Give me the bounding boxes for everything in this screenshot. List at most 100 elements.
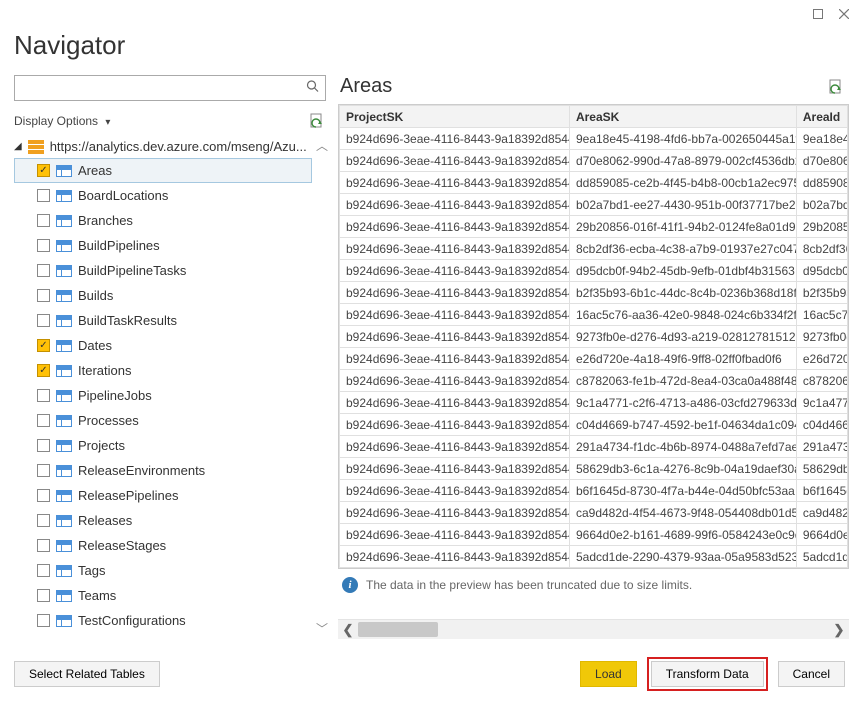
checkbox[interactable] [37,214,50,227]
table-row[interactable]: b924d696-3eae-4116-8443-9a18392d8544291a… [340,436,848,458]
table-row[interactable]: b924d696-3eae-4116-8443-9a18392d85449c1a… [340,392,848,414]
checkbox[interactable]: ✓ [37,339,50,352]
table-row[interactable]: b924d696-3eae-4116-8443-9a18392d85449ea1… [340,128,848,150]
tree-item-label: Branches [78,213,133,228]
tree-item-processes[interactable]: Processes [14,408,312,433]
table-row[interactable]: b924d696-3eae-4116-8443-9a18392d8544c878… [340,370,848,392]
tree-item-releasestages[interactable]: ReleaseStages [14,533,312,558]
scroll-track[interactable] [358,620,829,639]
tree-item-projects[interactable]: Projects [14,433,312,458]
checkbox[interactable] [37,564,50,577]
checkbox[interactable] [37,589,50,602]
table-row[interactable]: b924d696-3eae-4116-8443-9a18392d8544c04d… [340,414,848,436]
nav-tree-container: ◢ https://analytics.dev.azure.com/mseng/… [10,135,330,639]
table-cell: d95dcb0f [796,260,847,282]
tree-item-label: Iterations [78,363,131,378]
checkbox[interactable] [37,489,50,502]
column-header[interactable]: AreaId [796,106,847,128]
checkbox[interactable]: ✓ [37,364,50,377]
transform-data-button[interactable]: Transform Data [651,661,764,687]
table-row[interactable]: b924d696-3eae-4116-8443-9a18392d854416ac… [340,304,848,326]
tree-item-tags[interactable]: Tags [14,558,312,583]
table-cell: 16ac5c76-aa36-42e0-9848-024c6b334f2f [569,304,796,326]
display-options-button[interactable]: Display Options ▾ [14,114,110,128]
tree-item-iterations[interactable]: ✓ Iterations [14,358,312,383]
tree-item-testconfigurations[interactable]: TestConfigurations [14,608,312,633]
checkbox[interactable] [37,414,50,427]
select-related-tables-button[interactable]: Select Related Tables [14,661,160,687]
table-icon [56,590,72,602]
table-row[interactable]: b924d696-3eae-4116-8443-9a18392d8544ca9d… [340,502,848,524]
tree-item-releasepipelines[interactable]: ReleasePipelines [14,483,312,508]
tree-item-builds[interactable]: Builds [14,283,312,308]
truncation-notice: i The data in the preview has been trunc… [338,569,849,601]
table-row[interactable]: b924d696-3eae-4116-8443-9a18392d85449273… [340,326,848,348]
table-row[interactable]: b924d696-3eae-4116-8443-9a18392d85445adc… [340,546,848,568]
collapse-icon[interactable]: ◢ [14,141,22,152]
table-row[interactable]: b924d696-3eae-4116-8443-9a18392d85448cb2… [340,238,848,260]
checkbox[interactable] [37,514,50,527]
checkbox[interactable] [37,314,50,327]
scroll-thumb[interactable] [358,622,438,637]
table-row[interactable]: b924d696-3eae-4116-8443-9a18392d85445862… [340,458,848,480]
table-cell: 58629db3-6c1a-4276-8c9b-04a19daef30a [569,458,796,480]
tree-item-teams[interactable]: Teams [14,583,312,608]
table-row[interactable]: b924d696-3eae-4116-8443-9a18392d8544dd85… [340,172,848,194]
checkbox[interactable] [37,389,50,402]
column-header[interactable]: AreaSK [569,106,796,128]
scroll-up-icon[interactable]: ︿ [316,135,328,156]
checkbox[interactable] [37,614,50,627]
search-input[interactable] [14,75,326,101]
tree-scrollbar[interactable]: ︿ ﹀ [314,135,330,639]
tree-item-dates[interactable]: ✓Dates [14,333,312,358]
checkbox[interactable]: ✓ [37,164,50,177]
table-row[interactable]: b924d696-3eae-4116-8443-9a18392d8544d70e… [340,150,848,172]
refresh-icon[interactable] [310,113,324,129]
maximize-icon[interactable] [811,7,825,21]
load-button[interactable]: Load [580,661,637,687]
table-cell: 16ac5c76 [796,304,847,326]
tree-item-buildpipelinetasks[interactable]: BuildPipelineTasks [14,258,312,283]
table-row[interactable]: b924d696-3eae-4116-8443-9a18392d8544b2f3… [340,282,848,304]
horizontal-scrollbar[interactable]: ❮ ❯ [338,619,849,639]
checkbox[interactable] [37,264,50,277]
tree-item-label: BuildPipelines [78,238,160,253]
table-row[interactable]: b924d696-3eae-4116-8443-9a18392d8544b02a… [340,194,848,216]
tree-item-label: BuildTaskResults [78,313,177,328]
table-row[interactable]: b924d696-3eae-4116-8443-9a18392d85449664… [340,524,848,546]
checkbox[interactable] [37,464,50,477]
column-header[interactable]: ProjectSK [340,106,570,128]
tree-item-boardlocations[interactable]: BoardLocations [14,183,312,208]
table-cell: b924d696-3eae-4116-8443-9a18392d8544 [340,458,570,480]
table-row[interactable]: b924d696-3eae-4116-8443-9a18392d8544d95d… [340,260,848,282]
tree-item-areas[interactable]: ✓Areas [14,158,312,183]
tree-item-label: TestConfigurations [78,613,186,628]
search-icon[interactable] [306,80,320,97]
tree-item-releases[interactable]: Releases [14,508,312,533]
table-row[interactable]: b924d696-3eae-4116-8443-9a18392d8544e26d… [340,348,848,370]
checkbox[interactable] [37,439,50,452]
table-row[interactable]: b924d696-3eae-4116-8443-9a18392d854429b2… [340,216,848,238]
checkbox[interactable] [37,539,50,552]
tree-root-node[interactable]: ◢ https://analytics.dev.azure.com/mseng/… [14,135,312,158]
table-row[interactable]: b924d696-3eae-4116-8443-9a18392d8544b6f1… [340,480,848,502]
scroll-right-icon[interactable]: ❯ [829,620,849,640]
table-cell: b924d696-3eae-4116-8443-9a18392d8544 [340,172,570,194]
tree-item-buildtaskresults[interactable]: BuildTaskResults [14,308,312,333]
cancel-button[interactable]: Cancel [778,661,845,687]
scroll-down-icon[interactable]: ﹀ [316,618,328,639]
table-cell: 291a4734 [796,436,847,458]
tree-item-releaseenvironments[interactable]: ReleaseEnvironments [14,458,312,483]
tree-item-pipelinejobs[interactable]: PipelineJobs [14,383,312,408]
scroll-left-icon[interactable]: ❮ [338,620,358,640]
table-cell: e26d720e [796,348,847,370]
table-icon [56,340,72,352]
tree-item-label: ReleaseEnvironments [78,463,205,478]
tree-item-buildpipelines[interactable]: BuildPipelines [14,233,312,258]
checkbox[interactable] [37,189,50,202]
checkbox[interactable] [37,289,50,302]
tree-item-branches[interactable]: Branches [14,208,312,233]
checkbox[interactable] [37,239,50,252]
close-icon[interactable] [837,7,851,21]
refresh-preview-icon[interactable] [829,79,843,95]
